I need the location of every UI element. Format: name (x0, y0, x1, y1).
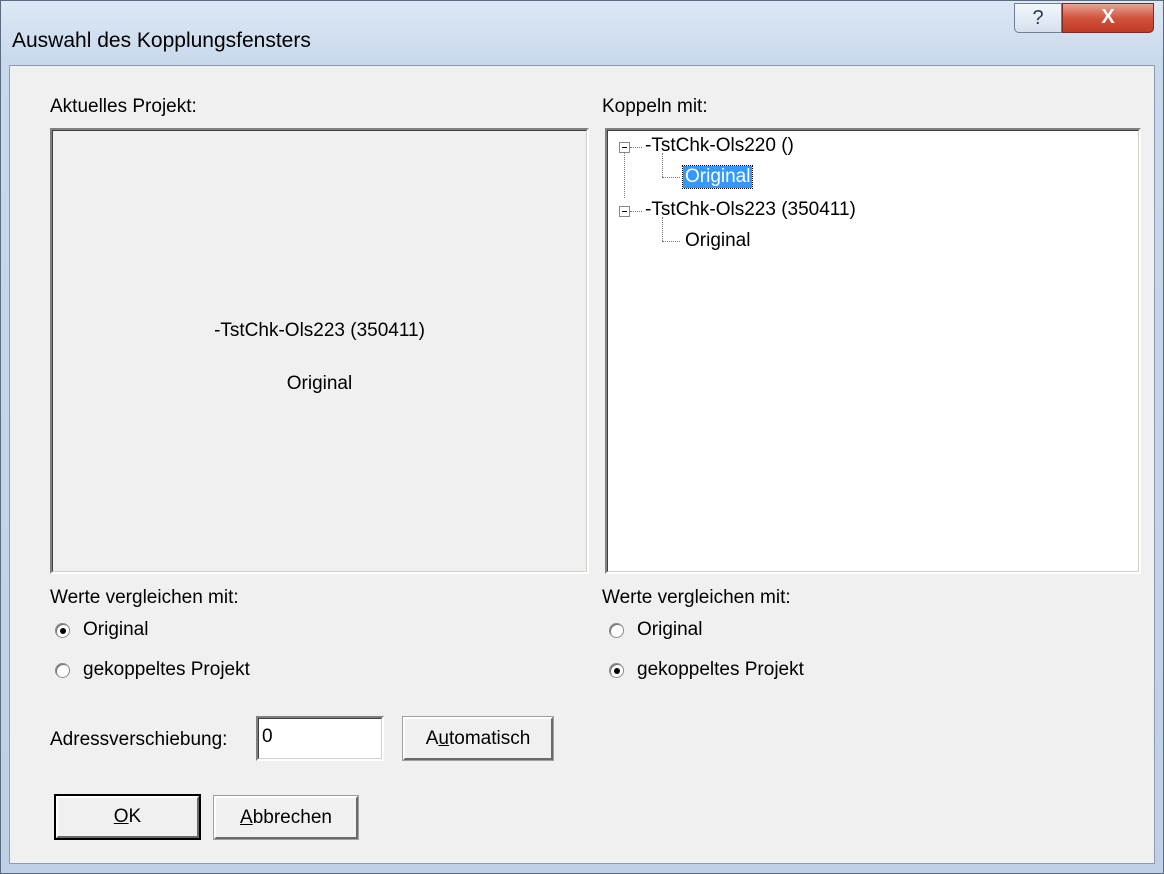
left-radio-original-label[interactable]: Original (83, 619, 148, 641)
tree-node-project[interactable]: -TstChk-Ols223 (350411) (645, 199, 856, 221)
current-project-panel: -TstChk-Ols223 (350411) Original (50, 128, 589, 574)
left-radio-coupled-label[interactable]: gekoppeltes Projekt (83, 659, 250, 681)
dialog-window: Auswahl des Kopplungsfensters ? X Aktuel… (0, 0, 1164, 874)
cancel-button-label-a: A (240, 807, 253, 828)
cancel-button-label-b: bbrechen (252, 807, 332, 828)
automatic-button[interactable]: Automatisch (402, 716, 554, 761)
title-bar[interactable]: Auswahl des Kopplungsfensters ? X (1, 1, 1163, 65)
tree-node-version-selected[interactable]: Original (681, 165, 754, 189)
couple-tree[interactable]: -TstChk-Ols220 () Original -TstChk-Ols22… (605, 128, 1141, 574)
tree-node-version[interactable]: Original (685, 230, 750, 252)
close-button[interactable]: X (1062, 3, 1154, 33)
help-icon: ? (1032, 7, 1044, 29)
right-radio-original[interactable] (609, 623, 624, 638)
ok-button-label-b: K (128, 806, 142, 827)
ok-button[interactable]: OK (54, 794, 201, 840)
cancel-button[interactable]: Abbrechen (213, 795, 359, 840)
automatic-button-label-b: u (438, 728, 449, 749)
automatic-button-label-a: A (425, 728, 439, 749)
left-compare-label: Werte vergleichen mit: (50, 587, 239, 608)
ok-button-label-a: O (113, 806, 129, 827)
tree-node-project[interactable]: -TstChk-Ols220 () (645, 135, 794, 157)
tree-collapse-icon[interactable] (619, 142, 630, 153)
couple-with-heading: Koppeln mit: (602, 96, 708, 117)
address-offset-field[interactable]: 0 (256, 716, 384, 761)
right-compare-label: Werte vergleichen mit: (602, 587, 791, 608)
left-radio-coupled[interactable] (55, 663, 70, 678)
left-radio-original[interactable] (55, 623, 70, 638)
close-icon: X (1101, 6, 1115, 28)
address-offset-label: Adressverschiebung: (50, 729, 228, 750)
right-radio-coupled[interactable] (609, 663, 624, 678)
current-project-heading: Aktuelles Projekt: (50, 96, 197, 117)
current-project-version: Original (286, 373, 353, 394)
window-title: Auswahl des Kopplungsfensters (12, 29, 311, 52)
dialog-body: Aktuelles Projekt: -TstChk-Ols223 (35041… (9, 65, 1155, 864)
automatic-button-label-c: tomatisch (448, 728, 531, 749)
tree-collapse-icon[interactable] (619, 206, 630, 217)
current-project-name: -TstChk-Ols223 (350411) (214, 320, 425, 341)
help-button[interactable]: ? (1014, 3, 1062, 33)
address-offset-value[interactable]: 0 (262, 726, 273, 748)
right-radio-coupled-label[interactable]: gekoppeltes Projekt (637, 659, 804, 681)
right-radio-original-label[interactable]: Original (637, 619, 702, 641)
